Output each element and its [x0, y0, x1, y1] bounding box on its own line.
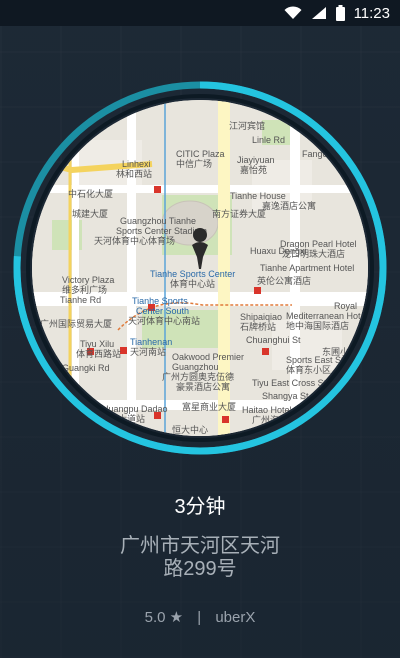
status-bar: 11:23: [0, 0, 400, 26]
product-name: uberX: [215, 609, 256, 626]
meta-separator: |: [197, 609, 202, 626]
rating-value: 5.0: [144, 609, 166, 626]
pickup-address[interactable]: 广州市天河区天河 路299号: [60, 535, 340, 581]
address-line-2: 路299号: [163, 558, 237, 580]
driver-meta: 5.0 ★ | uberX: [0, 608, 400, 626]
signal-icon: [311, 7, 326, 19]
pickup-pin-icon: [192, 228, 208, 269]
address-line-1: 广州市天河区天河: [120, 535, 280, 557]
wifi-icon: [284, 6, 302, 19]
star-icon: ★: [169, 609, 184, 626]
eta-text: 3分钟: [174, 496, 226, 518]
status-time: 11:23: [353, 4, 390, 22]
battery-icon: [335, 5, 345, 21]
